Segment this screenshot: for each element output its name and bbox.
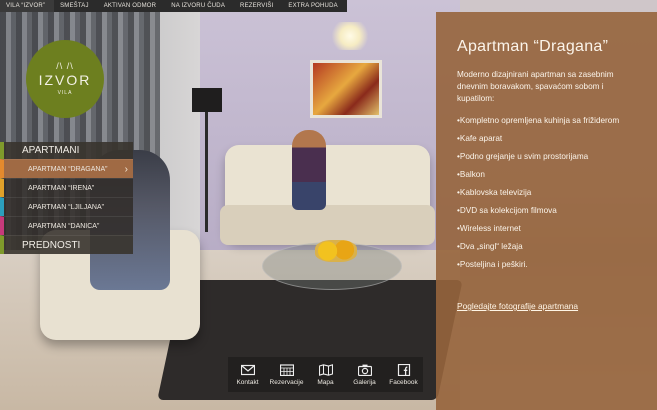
- feature-item: •DVD sa kolekcijom filmova: [457, 206, 557, 215]
- feature-item: •Kompletno opremljena kuhinja sa frižide…: [457, 116, 620, 125]
- kontakt-button[interactable]: Kontakt: [230, 364, 266, 386]
- ceiling-light: [330, 22, 370, 50]
- facebook-icon: [397, 363, 410, 376]
- side-menu-item-label: APARTMAN “LJILJANA”: [28, 204, 104, 211]
- view-photos-link[interactable]: Pogledajte fotografije apartmana: [457, 301, 578, 311]
- side-menu: APARTMANI APARTMAN “DRAGANA” › APARTMAN …: [0, 142, 133, 254]
- galerija-label: Galerija: [353, 378, 376, 386]
- nav-extra-pohuda[interactable]: EXTRA POHUDA: [282, 0, 346, 12]
- nav-na-izvoru-cuda[interactable]: NA IZVORU ČUDA: [165, 0, 234, 12]
- nav-vila-izvor[interactable]: VILA “IZVOR”: [0, 0, 55, 12]
- wall-painting: [310, 60, 382, 118]
- kontakt-label: Kontakt: [236, 378, 259, 386]
- feature-item: •Kablovska televizija: [457, 188, 532, 197]
- side-menu-item-label: APARTMAN “DANICA”: [28, 223, 100, 230]
- logo-name: IZVOR: [38, 72, 92, 88]
- bottom-toolbar: Kontakt Rezervacije Mapa Galerija Facebo…: [228, 357, 423, 392]
- fruit-bowl: [315, 240, 357, 262]
- feature-item: •Dva „singl“ ležaja: [457, 242, 523, 251]
- floor-lamp-pole: [205, 112, 208, 232]
- izvor-logo[interactable]: /\ /\ IZVOR VILA: [26, 40, 104, 118]
- map-icon: [318, 363, 333, 376]
- chevron-right-icon: ›: [124, 164, 128, 175]
- nav-rezervisi[interactable]: REZERVIŠI: [234, 0, 282, 12]
- apartment-title: Apartman “Dragana”: [457, 38, 609, 55]
- side-menu-header-apartmani[interactable]: APARTMANI: [0, 142, 133, 159]
- side-menu-item-label: APARTMAN “DRAGANA”: [28, 166, 108, 173]
- envelope-icon: [240, 364, 255, 375]
- side-menu-prednosti[interactable]: PREDNOSTI: [0, 235, 133, 254]
- nav-aktivan-odmor[interactable]: AKTIVAN ODMOR: [98, 0, 166, 12]
- top-navigation: VILA “IZVOR” SMEŠTAJ AKTIVAN ODMOR NA IZ…: [0, 0, 347, 12]
- sofa-seat: [220, 205, 435, 245]
- side-menu-item-ljiljana[interactable]: APARTMAN “LJILJANA”: [0, 197, 133, 216]
- feature-item: •Wireless internet: [457, 224, 521, 233]
- side-menu-item-dragana[interactable]: APARTMAN “DRAGANA” ›: [0, 159, 133, 178]
- floor-lamp-shade: [192, 88, 222, 112]
- feature-item: •Posteljina i peškiri.: [457, 260, 528, 269]
- calendar-icon: [279, 363, 294, 376]
- side-menu-item-danica[interactable]: APARTMAN “DANICA”: [0, 216, 133, 235]
- rezervacije-button[interactable]: Rezervacije: [269, 363, 305, 386]
- nav-smestaj[interactable]: SMEŠTAJ: [54, 0, 98, 12]
- logo-sub: VILA: [57, 90, 73, 96]
- apartment-description: Moderno dizajnirani apartman sa zasebnim…: [457, 70, 614, 103]
- feature-item: •Podno grejanje u svim prostorijama: [457, 152, 589, 161]
- rezervacije-label: Rezervacije: [269, 378, 304, 386]
- feature-item: •Balkon: [457, 170, 485, 179]
- feature-list: •Kompletno opremljena kuhinja sa frižide…: [457, 115, 643, 270]
- woman-on-sofa: [292, 130, 326, 210]
- logo-mark: /\ /\: [56, 61, 74, 71]
- galerija-button[interactable]: Galerija: [347, 364, 383, 386]
- feature-item: •Kafe aparat: [457, 134, 503, 143]
- mapa-button[interactable]: Mapa: [308, 363, 344, 386]
- side-menu-item-label: APARTMAN “IRENA”: [28, 185, 95, 192]
- camera-icon: [357, 364, 372, 376]
- mapa-label: Mapa: [317, 378, 334, 386]
- side-menu-item-irena[interactable]: APARTMAN “IRENA”: [0, 178, 133, 197]
- facebook-label: Facebook: [389, 378, 418, 386]
- facebook-button[interactable]: Facebook: [386, 363, 422, 386]
- apartment-info-panel: Apartman “Dragana” Moderno dizajnirani a…: [436, 12, 657, 410]
